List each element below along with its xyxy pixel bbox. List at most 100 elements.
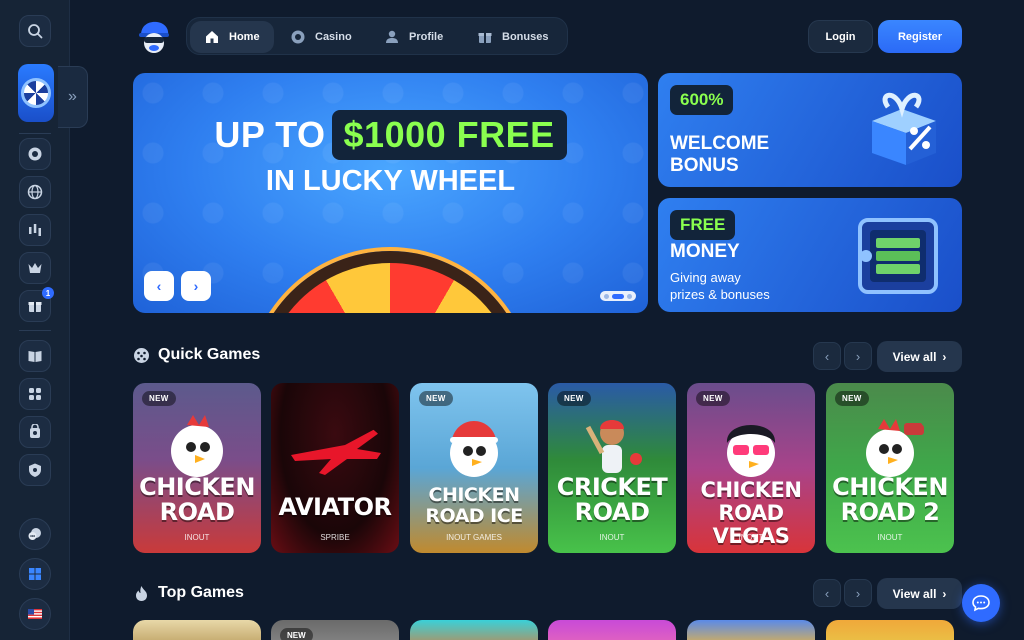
game-title-line2: ROAD	[574, 498, 650, 526]
search-icon	[28, 24, 43, 39]
game-card-aviator[interactable]: AVIATOR SPRIBE	[271, 383, 399, 553]
top-game-card[interactable]	[410, 620, 538, 640]
chicken-elvis-icon	[726, 425, 776, 477]
game-title-line1: AVIATOR	[278, 493, 392, 521]
game-card-chicken-road-vegas[interactable]: NEW CHICKEN ROAD VEGAS INOUT	[687, 383, 815, 553]
chevron-right-icon: ›	[855, 348, 861, 364]
hero-headline-highlight: $1000 FREE	[331, 110, 567, 160]
top-games-view-all[interactable]: View all ›	[877, 578, 962, 609]
tab-bonuses[interactable]: Bonuses	[463, 21, 562, 53]
divider	[19, 133, 51, 134]
hero-headline: UP TO $1000 FREE	[133, 110, 648, 160]
game-title-line1: CHICKEN	[832, 473, 948, 501]
game-card-chicken-road-2[interactable]: NEW CHICKEN ROAD 2 INOUT	[826, 383, 954, 553]
sidebar-item-responsible[interactable]	[19, 454, 51, 486]
sidebar-item-sports[interactable]	[19, 176, 51, 208]
game-card-cricket-road[interactable]: NEW CRICKET ROAD INOUT	[548, 383, 676, 553]
windows-icon	[29, 568, 41, 580]
top-game-card[interactable]	[133, 620, 261, 640]
crown-icon	[28, 263, 42, 273]
quick-games-prev-button[interactable]: ‹	[813, 342, 841, 370]
support-button[interactable]	[19, 518, 51, 550]
tab-profile[interactable]: Profile	[370, 21, 457, 53]
game-title-line1: CRICKET	[556, 473, 668, 501]
sidebar-item-vip[interactable]	[19, 252, 51, 284]
language-button[interactable]	[19, 598, 51, 630]
tab-casino[interactable]: Casino	[276, 21, 366, 53]
register-button[interactable]: Register	[878, 20, 962, 53]
new-badge: NEW	[696, 391, 730, 406]
sidebar-item-bonuses[interactable]: 1	[19, 287, 54, 322]
top-game-card[interactable]	[826, 620, 954, 640]
game-card-chicken-road-ice[interactable]: NEW CHICKEN ROAD ICE INOUT GAMES	[410, 383, 538, 553]
hero-headline-prefix: UP TO	[214, 114, 326, 155]
welcome-bonus-line1: WELCOME	[670, 133, 770, 154]
sidebar-item-casino[interactable]	[19, 138, 51, 170]
free-money-line1: Giving away	[670, 270, 741, 285]
top-games-next-button[interactable]: ›	[844, 579, 872, 607]
welcome-bonus-line2: BONUS	[670, 155, 739, 176]
plane-icon	[291, 429, 381, 475]
lucky-wheel-promo[interactable]	[18, 64, 54, 122]
casino-chip-icon	[28, 147, 42, 161]
shield-icon	[29, 463, 41, 477]
game-provider: INOUT	[184, 533, 210, 542]
hero-subheadline: IN LUCKY WHEEL	[265, 165, 516, 197]
download-app-button[interactable]	[19, 558, 51, 590]
divider	[19, 330, 51, 331]
welcome-bonus-card[interactable]: 600% WELCOME BONUS	[658, 73, 962, 187]
banner-next-button[interactable]: ›	[181, 271, 211, 301]
quick-games-heading: Quick Games	[133, 346, 260, 364]
casino-chip-icon	[291, 30, 305, 44]
game-title-line1: CHICKEN	[428, 484, 520, 506]
quick-games-view-all[interactable]: View all ›	[877, 341, 962, 372]
sidebar-item-games[interactable]	[19, 378, 51, 410]
flame-icon	[136, 585, 147, 601]
puzzle-icon	[29, 388, 41, 400]
sidebar-item-trading[interactable]	[19, 214, 51, 246]
trading-icon	[29, 224, 41, 236]
sidebar-item-security[interactable]	[19, 416, 51, 448]
game-card-chicken-road[interactable]: NEW CHICKEN ROAD INOUT	[133, 383, 261, 553]
expand-sidebar-button[interactable]: »	[58, 66, 88, 128]
dice-icon	[134, 347, 149, 363]
top-games-title: Top Games	[158, 584, 244, 601]
new-badge: NEW	[142, 391, 176, 406]
live-chat-button[interactable]	[962, 584, 1000, 622]
tab-bonuses-label: Bonuses	[502, 31, 549, 43]
gift-box-icon	[872, 92, 936, 165]
site-logo[interactable]	[135, 17, 173, 55]
game-title-line1: CHICKEN	[700, 478, 802, 502]
game-provider: INOUT	[599, 533, 625, 542]
top-game-card[interactable]	[687, 620, 815, 640]
game-title: CRICKET ROAD	[548, 475, 676, 525]
banner-pagination[interactable]	[600, 291, 636, 301]
login-button[interactable]: Login	[808, 20, 873, 53]
wheel-icon	[21, 78, 51, 108]
search-button[interactable]	[19, 15, 51, 47]
gift-icon	[478, 33, 492, 43]
top-game-card[interactable]	[548, 620, 676, 640]
top-games-heading: Top Games	[133, 584, 244, 602]
chevron-left-icon: ‹	[156, 278, 162, 294]
sidebar-item-rules[interactable]	[19, 340, 51, 372]
pagination-dot-active[interactable]	[612, 293, 624, 299]
quick-games-next-button[interactable]: ›	[844, 342, 872, 370]
game-title-line2: ROAD	[159, 498, 235, 526]
profile-icon	[386, 30, 398, 43]
top-games-prev-button[interactable]: ‹	[813, 579, 841, 607]
top-game-card[interactable]: NEW	[271, 620, 399, 640]
game-title: CHICKEN ROAD ICE	[410, 485, 538, 527]
welcome-bonus-tag: 600%	[670, 85, 734, 115]
tab-home[interactable]: Home	[190, 21, 274, 53]
pagination-dot[interactable]	[604, 293, 609, 299]
pagination-dot[interactable]	[627, 293, 632, 299]
banner-prev-button[interactable]: ‹	[144, 271, 174, 301]
new-badge: NEW	[419, 391, 453, 406]
game-title: CHICKEN ROAD 2	[826, 475, 954, 525]
chevron-right-icon: ›	[855, 585, 861, 601]
free-money-card[interactable]: FREE MONEY Giving away prizes & bonuses	[658, 198, 962, 312]
free-money-title: MONEY	[670, 241, 740, 262]
tab-home-label: Home	[229, 31, 260, 43]
game-provider: INOUT GAMES	[446, 533, 502, 542]
